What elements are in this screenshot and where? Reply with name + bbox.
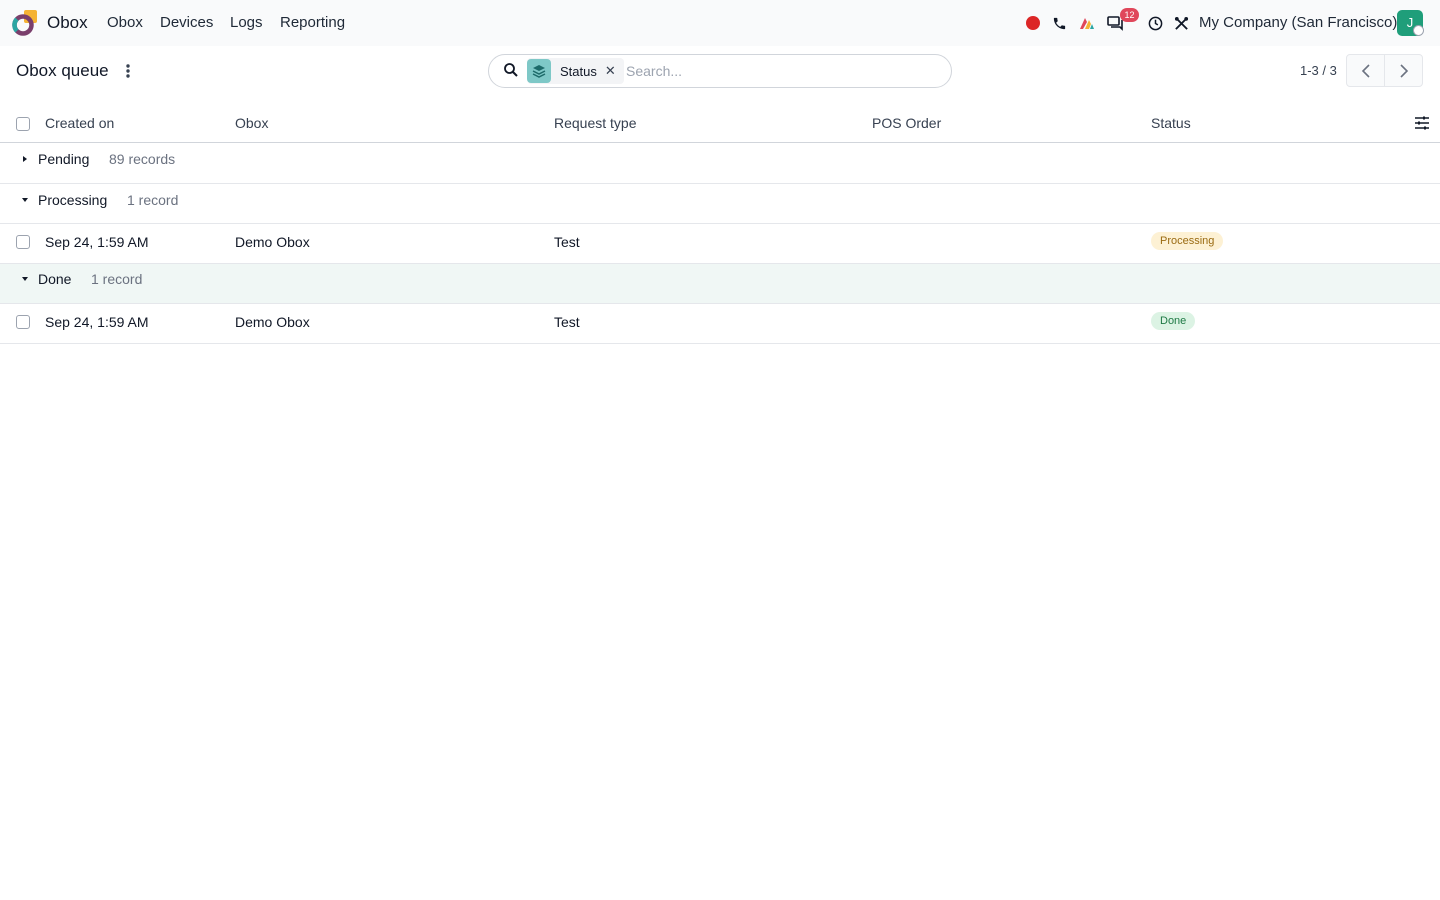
column-header-obox[interactable]: Obox [235, 115, 268, 131]
search-facet-status: Status ✕ [527, 58, 624, 84]
row-checkbox[interactable] [16, 235, 30, 249]
select-all-checkbox[interactable] [16, 117, 30, 131]
group-row-done[interactable]: Done 1 record [0, 264, 1440, 304]
caret-down-icon [22, 277, 28, 281]
menu-item-logs[interactable]: Logs [230, 14, 263, 31]
group-name: Processing [38, 192, 108, 208]
pager-previous-button[interactable] [1346, 54, 1385, 87]
cell-created-on[interactable]: Sep 24, 1:59 AM [45, 314, 149, 330]
menu-item-obox[interactable]: Obox [107, 14, 143, 31]
phone-icon[interactable] [1049, 12, 1069, 34]
group-name: Done [38, 271, 72, 287]
layers-icon [527, 59, 551, 83]
column-header-status[interactable]: Status [1151, 115, 1191, 131]
app-name[interactable]: Obox [47, 13, 88, 33]
cell-obox[interactable]: Demo Obox [235, 314, 310, 330]
presence-status-icon [1413, 25, 1424, 36]
chevron-left-icon [1361, 63, 1370, 78]
cell-request-type[interactable]: Test [554, 314, 580, 330]
group-count: 1 record [127, 192, 179, 208]
clock-icon[interactable] [1145, 12, 1165, 34]
chevron-right-icon [1399, 63, 1408, 78]
top-navbar: Obox Obox Devices Logs Reporting 12 My C… [0, 0, 1440, 46]
company-switcher[interactable]: My Company (San Francisco) [1199, 14, 1397, 31]
chat-badge: 12 [1120, 8, 1139, 22]
menu-item-devices[interactable]: Devices [160, 14, 213, 31]
column-header-request-type[interactable]: Request type [554, 115, 637, 131]
group-row-pending[interactable]: Pending 89 records [0, 143, 1440, 183]
status-badge: Processing [1151, 232, 1224, 250]
actions-menu-icon[interactable] [122, 62, 134, 80]
caret-down-icon [22, 198, 28, 202]
page-title: Obox queue [16, 61, 109, 80]
cell-created-on[interactable]: Sep 24, 1:59 AM [45, 234, 149, 250]
row-divider [0, 343, 1440, 344]
tools-icon[interactable] [1171, 12, 1191, 34]
cell-obox[interactable]: Demo Obox [235, 234, 310, 250]
group-name: Pending [38, 151, 90, 167]
group-count: 1 record [91, 271, 143, 287]
column-header-created-on[interactable]: Created on [45, 115, 114, 131]
row-divider [0, 223, 1440, 224]
activity-chart-icon[interactable] [1077, 12, 1097, 34]
column-header-pos-order[interactable]: POS Order [872, 115, 941, 131]
status-badge: Done [1151, 312, 1196, 330]
group-count: 89 records [109, 151, 176, 167]
record-icon[interactable] [1023, 12, 1043, 34]
optional-columns-icon[interactable] [1414, 115, 1430, 131]
menu-item-reporting[interactable]: Reporting [280, 14, 345, 31]
cell-request-type[interactable]: Test [554, 234, 580, 250]
search-input[interactable] [626, 60, 926, 82]
group-row-processing[interactable]: Processing 1 record [0, 184, 1440, 224]
search-icon[interactable] [503, 62, 519, 78]
caret-right-icon [23, 156, 27, 162]
app-logo-icon[interactable] [11, 9, 39, 37]
pager-next-button[interactable] [1384, 54, 1423, 87]
row-checkbox[interactable] [16, 315, 30, 329]
remove-facet-icon[interactable]: ✕ [605, 63, 616, 79]
pager-value[interactable]: 1-3 / 3 [1300, 63, 1337, 78]
facet-label: Status [560, 63, 597, 79]
row-divider [0, 303, 1440, 304]
